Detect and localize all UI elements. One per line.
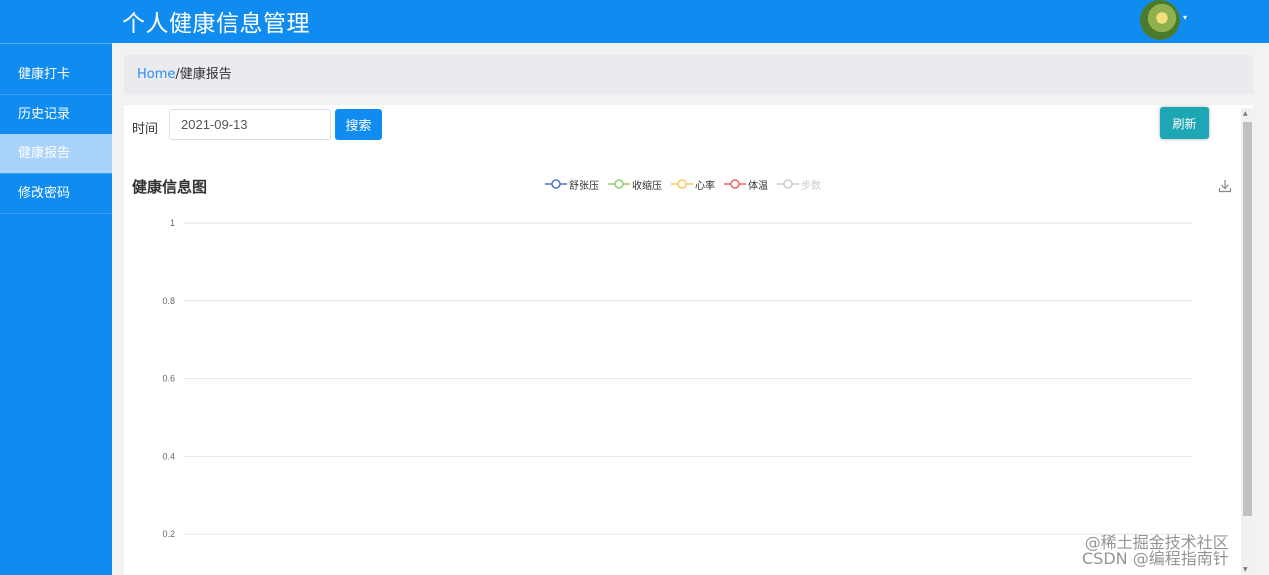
legend-marker-icon: [671, 179, 693, 189]
watermark: @稀土掘金技术社区 CSDN @编程指南针: [1082, 535, 1229, 567]
sidebar-item-change-password[interactable]: 修改密码: [0, 174, 112, 214]
sidebar-item-history[interactable]: 历史记录: [0, 95, 112, 135]
scroll-down-arrow-icon[interactable]: ▼: [1243, 566, 1248, 573]
legend-item-diastolic[interactable]: 舒张压: [545, 177, 599, 192]
breadcrumb-current: 健康报告: [179, 67, 232, 82]
legend-marker-icon: [724, 179, 746, 189]
y-tick-label: 0.8: [162, 296, 175, 306]
legend-label: 舒张压: [569, 180, 599, 192]
legend-label: 心率: [695, 180, 715, 192]
legend-item-systolic[interactable]: 收缩压: [608, 177, 662, 192]
legend-label: 步数: [801, 180, 821, 192]
legend-item-heart-rate[interactable]: 心率: [671, 177, 715, 192]
app-title: 个人健康信息管理: [122, 11, 310, 37]
date-input[interactable]: [169, 109, 331, 140]
legend-marker-icon: [777, 179, 799, 189]
watermark-line-2: CSDN @编程指南针: [1082, 549, 1229, 568]
legend-label: 收缩压: [632, 180, 662, 192]
search-button[interactable]: 搜索: [335, 109, 382, 140]
top-header: 个人健康信息管理 ▾: [0, 0, 1269, 43]
download-icon[interactable]: [1218, 179, 1232, 193]
y-tick-label: 0.2: [162, 529, 175, 539]
breadcrumb-home-link[interactable]: Home: [137, 67, 175, 82]
legend-marker-icon: [545, 179, 567, 189]
avatar-dropdown-icon[interactable]: ▾: [1183, 13, 1187, 22]
time-label: 时间: [132, 122, 159, 137]
chart-legend: 舒张压 收缩压 心率 体温 步数: [545, 177, 821, 192]
line-chart: 1 0.8 0.6 0.4 0.2: [162, 218, 1192, 539]
sidebar-item-health-report[interactable]: 健康报告: [0, 134, 112, 174]
y-tick-label: 1: [170, 218, 175, 228]
legend-marker-icon: [608, 179, 630, 189]
y-tick-label: 0.4: [162, 451, 175, 461]
refresh-button[interactable]: 刷新: [1160, 107, 1209, 139]
sidebar-item-checkin[interactable]: 健康打卡: [0, 55, 112, 95]
chart-title: 健康信息图: [132, 178, 208, 196]
user-avatar[interactable]: [1140, 0, 1180, 40]
breadcrumb: Home/健康报告: [124, 55, 1253, 94]
legend-label: 体温: [748, 180, 768, 192]
legend-item-steps[interactable]: 步数: [777, 177, 821, 192]
sidebar: 健康打卡 历史记录 健康报告 修改密码: [0, 43, 112, 575]
scrollbar-thumb[interactable]: [1243, 122, 1252, 516]
legend-item-temperature[interactable]: 体温: [724, 177, 768, 192]
y-tick-label: 0.6: [162, 374, 175, 384]
scroll-up-arrow-icon[interactable]: ▲: [1243, 110, 1248, 117]
